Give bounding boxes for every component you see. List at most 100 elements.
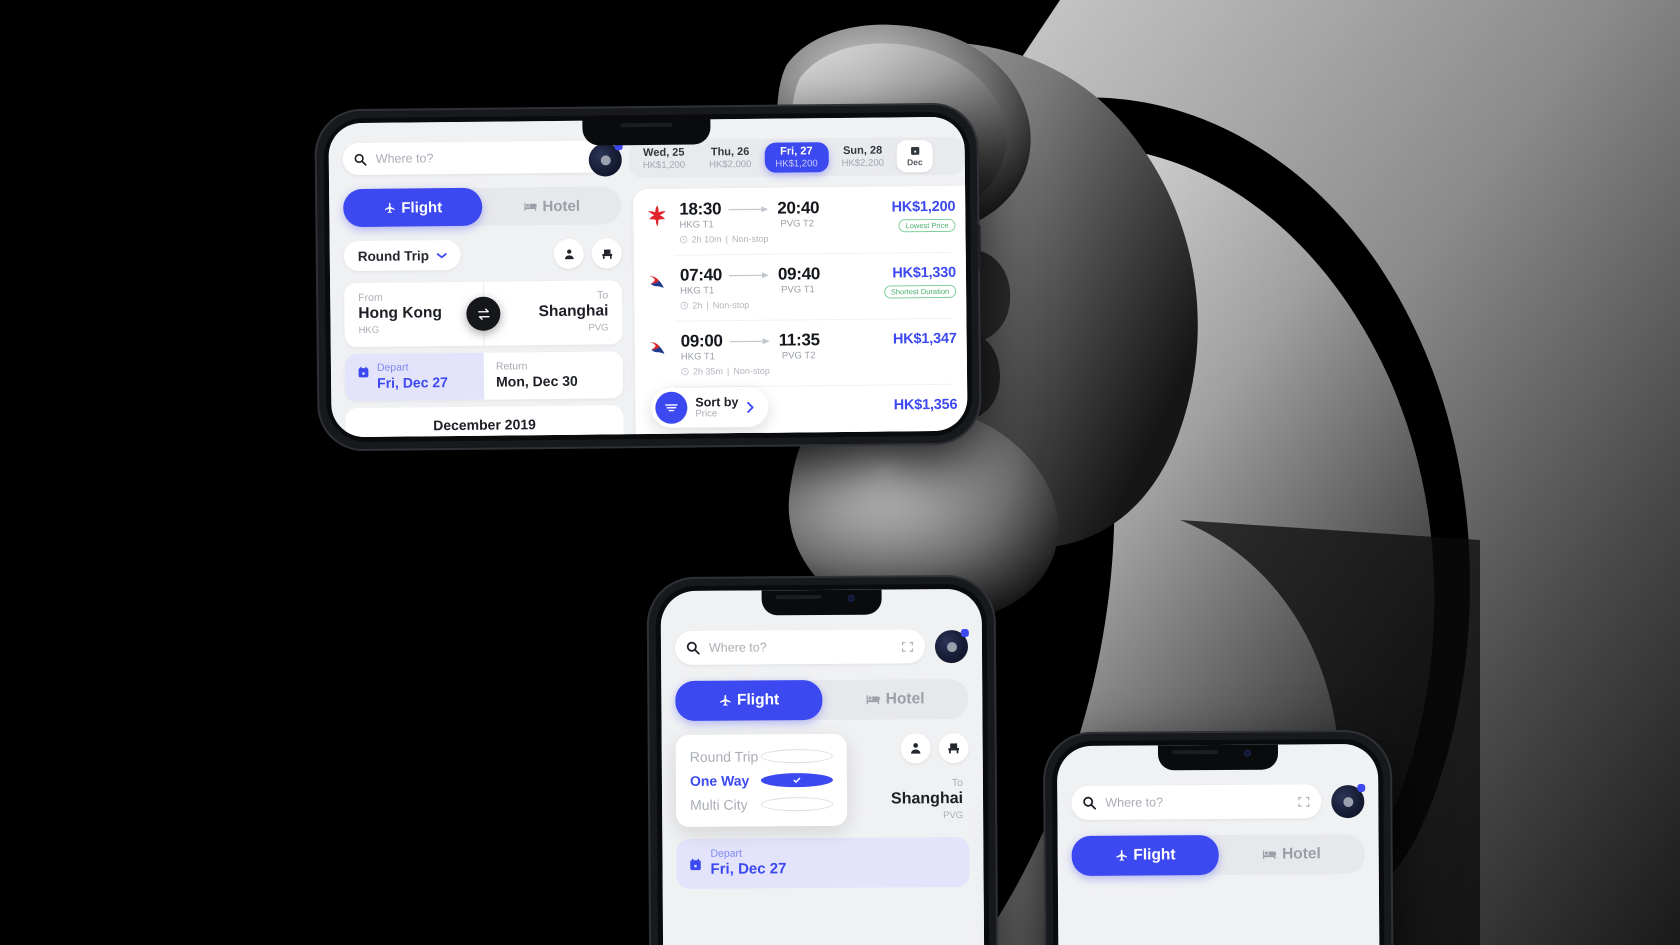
flight-terminals: HKG T1 PVG T2 — [680, 350, 861, 363]
cabin-seat-icon-button[interactable] — [938, 732, 969, 764]
swap-button[interactable] — [466, 296, 501, 331]
depart-time: 09:00 — [680, 331, 723, 351]
depart-time: 18:30 — [679, 199, 722, 219]
filter-icon-circle — [655, 391, 688, 424]
date-chip-price: HK$1,200 — [775, 158, 818, 170]
flight-hotel-tabs[interactable]: Flight Hotel — [343, 186, 622, 228]
scan-icon[interactable] — [901, 640, 914, 653]
tab-flight[interactable]: Flight — [675, 680, 822, 722]
passenger-icon-button[interactable] — [553, 238, 584, 269]
portrait-right-column: To Shanghai PVG — [857, 732, 970, 822]
depart-label: Depart — [710, 847, 742, 860]
route-fields: From Hong Kong HKG To Shanghai PVG — [344, 280, 623, 348]
phone3-earpiece — [1171, 750, 1218, 755]
radio-unselected-icon[interactable] — [760, 796, 834, 812]
depart-terminal: HKG T1 — [680, 351, 716, 363]
chevron-down-icon — [436, 252, 448, 259]
tab-flight[interactable]: Flight — [343, 187, 483, 228]
flight-stops: Non-stop — [712, 299, 750, 311]
calendar-icon — [909, 145, 920, 156]
dropdown-item-multi-city[interactable]: Multi City — [676, 792, 847, 817]
depart-date-field[interactable]: Depart Fri, Dec 27 — [344, 352, 485, 402]
from-field[interactable]: From Hong Kong HKG — [344, 282, 483, 347]
to-field[interactable]: To Shanghai PVG — [857, 777, 969, 822]
flight-row[interactable]: 18:30 20:40 HKG T1 PVG T2 2h 10m | Non-s… — [633, 186, 966, 255]
dropdown-label: One Way — [689, 772, 750, 789]
airplane-icon — [383, 201, 396, 214]
flight-row[interactable]: 09:00 11:35 HKG T1 PVG T2 2h 35m | Non-s… — [634, 318, 967, 387]
date-chip[interactable]: Thu, 26 HK$2,000 — [698, 143, 763, 174]
calendar-icon — [357, 366, 370, 379]
trip-type-dropdown-menu[interactable]: Round Trip One Way Multi City — [675, 733, 848, 828]
bed-icon — [523, 201, 537, 212]
sort-by-button[interactable]: Sort by Price — [651, 386, 769, 428]
flight-price: HK$1,347 — [892, 330, 957, 348]
tab-hotel[interactable]: Hotel — [822, 679, 969, 720]
flight-search-app-portrait: Where to? Flight Hotel Round Trip One Wa… — [660, 588, 985, 945]
search-input[interactable]: Where to? — [1071, 784, 1322, 821]
airplane-icon — [718, 694, 732, 708]
clock-icon — [680, 301, 689, 310]
from-label: From — [358, 291, 383, 305]
flight-tag: Lowest Price — [898, 218, 956, 233]
radio-selected-icon[interactable] — [760, 772, 833, 788]
flight-times: 07:40 09:40 — [680, 264, 860, 286]
date-chip-day: Sun, 28 — [842, 144, 883, 157]
avatar[interactable] — [588, 141, 623, 177]
flight-row-details: 09:00 11:35 HKG T1 PVG T2 2h 35m | Non-s… — [681, 330, 861, 377]
flight-meta: 2h | Non-stop — [680, 299, 860, 311]
phone3-screen: Where to? Flight Hotel — [1056, 743, 1381, 945]
flight-hotel-tabs[interactable]: Flight Hotel — [675, 678, 969, 722]
from-code: HKG — [358, 324, 380, 337]
sort-labels: Sort by Price — [695, 395, 738, 419]
depart-date-field[interactable]: Depart Fri, Dec 27 — [676, 836, 970, 890]
tab-hotel[interactable]: Hotel — [1218, 834, 1365, 875]
phone1-earpiece — [620, 122, 673, 128]
passenger-icon-button[interactable] — [900, 733, 931, 764]
trip-options-row: Round Trip — [343, 238, 622, 272]
phone1-side-button[interactable] — [977, 224, 981, 271]
notification-badge — [1357, 783, 1366, 792]
depart-terminal: HKG T1 — [680, 285, 715, 297]
flight-duration: 2h 35m — [692, 366, 724, 377]
search-input[interactable]: Where to? — [674, 629, 926, 666]
trip-type-dropdown[interactable]: Round Trip — [343, 239, 462, 272]
radio-unselected-icon[interactable] — [760, 748, 833, 764]
to-code: PVG — [943, 810, 964, 822]
to-city: Shanghai — [890, 790, 964, 808]
to-field[interactable]: To Shanghai PVG — [482, 280, 623, 346]
flight-meta: 2h 10m | Non-stop — [679, 233, 860, 245]
phone2-earpiece — [775, 595, 822, 600]
flight-hotel-tabs[interactable]: Flight Hotel — [1071, 833, 1365, 877]
dropdown-label: Round Trip — [689, 748, 759, 765]
avatar[interactable] — [934, 628, 969, 663]
return-value: Mon, Dec 30 — [496, 372, 578, 390]
flight-search-app: Where to? Flight Hotel Round Trip From H… — [328, 116, 968, 438]
date-chip[interactable]: Sun, 28 HK$2,200 — [830, 141, 895, 172]
date-chip-day: Thu, 26 — [710, 145, 750, 159]
tab-hotel[interactable]: Hotel — [482, 186, 621, 225]
flight-sep: | — [726, 366, 730, 377]
date-chip-selected[interactable]: Fri, 27 HK$1,200 — [764, 142, 829, 173]
arrive-time: 20:40 — [777, 198, 820, 218]
search-icon — [1082, 796, 1097, 810]
tab-flight[interactable]: Flight — [1071, 835, 1219, 877]
flight-arrow-icon — [728, 205, 769, 212]
flight-search-app-portrait-3: Where to? Flight Hotel — [1056, 743, 1381, 945]
dropdown-item-round-trip[interactable]: Round Trip — [676, 744, 847, 769]
to-city: Shanghai — [538, 302, 609, 321]
bed-icon — [1262, 849, 1277, 861]
swap-icon — [476, 306, 491, 321]
date-chip[interactable]: Wed, 25 HK$1,200 — [632, 143, 697, 174]
bed-icon — [866, 694, 881, 706]
search-input[interactable]: Where to? — [342, 140, 621, 176]
avatar[interactable] — [1331, 783, 1366, 818]
dropdown-item-one-way[interactable]: One Way — [676, 768, 847, 793]
flight-row[interactable]: 07:40 09:40 HKG T1 PVG T1 2h | Non-stop … — [634, 252, 967, 321]
arrive-time: 09:40 — [777, 264, 821, 284]
return-date-field[interactable]: Return Mon, Dec 30 — [483, 351, 624, 400]
scan-icon[interactable] — [1297, 795, 1310, 808]
calendar-month-button[interactable]: Dec — [896, 140, 933, 173]
flight-duration: 2h — [692, 300, 703, 311]
cabin-seat-icon-button[interactable] — [591, 238, 622, 269]
